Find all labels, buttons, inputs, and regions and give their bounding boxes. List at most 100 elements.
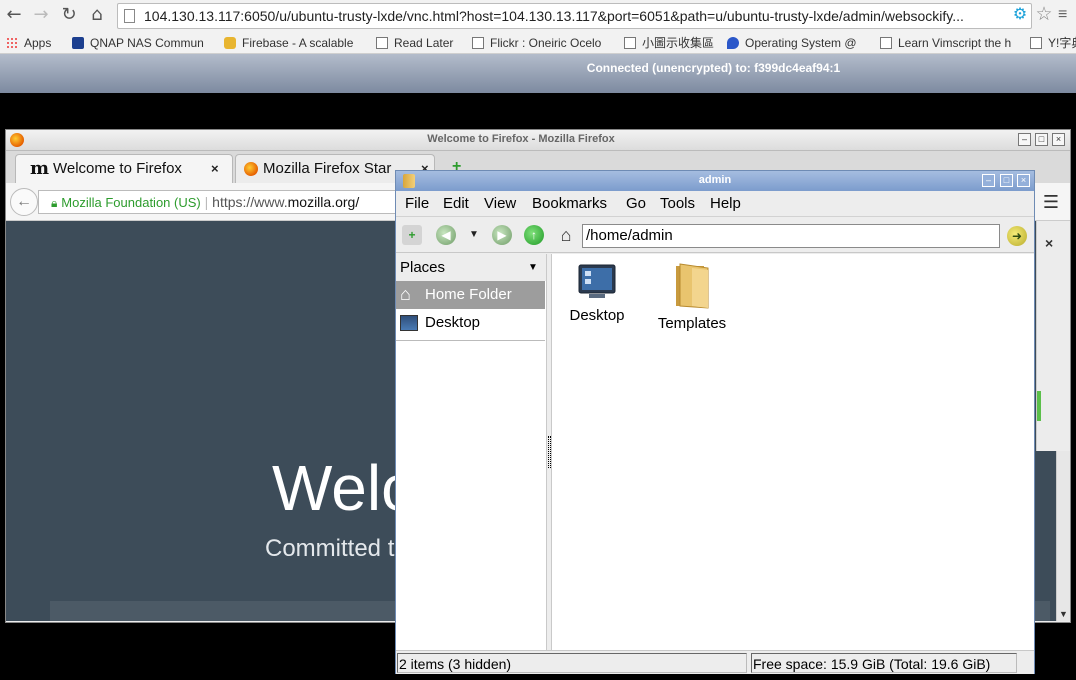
menu-file[interactable]: File: [405, 195, 429, 213]
minimize-icon[interactable]: –: [1018, 133, 1031, 146]
places-sidebar: Places ▼ ⌂ Home Folder Desktop: [396, 254, 547, 650]
vnc-status-bar: Connected (unencrypted) to: f399dc4eaf94…: [0, 54, 1076, 93]
bookmark-operating-system[interactable]: Operating System @: [727, 35, 863, 51]
home-icon: ⌂: [400, 284, 411, 304]
reload-icon[interactable]: ↻: [58, 4, 80, 26]
bookmark-icons[interactable]: 小圖示收集區: [624, 35, 714, 51]
back-icon[interactable]: ◀: [436, 225, 456, 245]
menu-edit[interactable]: Edit: [443, 195, 469, 213]
place-desktop[interactable]: Desktop: [396, 309, 545, 337]
menu-help[interactable]: Help: [710, 195, 741, 213]
file-item-templates[interactable]: Templates: [644, 262, 740, 332]
home-icon[interactable]: ⌂: [86, 4, 108, 26]
page-icon: [124, 9, 135, 23]
file-label: Templates: [657, 315, 727, 332]
firebase-icon: [224, 37, 236, 49]
tab-label: Welcome to Firefox: [53, 160, 182, 177]
forward-arrow-icon[interactable]: →: [30, 4, 52, 26]
menu-view[interactable]: View: [484, 195, 516, 213]
place-label: Desktop: [425, 314, 481, 331]
folder-icon: [676, 263, 709, 309]
url-prefix: https://www.: [212, 194, 288, 210]
close-icon[interactable]: ×: [1017, 174, 1030, 187]
path-input[interactable]: /home/admin: [582, 224, 1000, 248]
menu-go[interactable]: Go: [626, 195, 646, 213]
file-item-desktop[interactable]: Desktop: [549, 262, 645, 324]
go-arrow-icon[interactable]: ➜: [1007, 226, 1027, 246]
address-bar[interactable]: 104.130.13.117:6050/u/ubuntu-trusty-lxde…: [117, 3, 1032, 29]
close-icon[interactable]: ×: [1045, 235, 1053, 251]
up-arrow-icon[interactable]: ↑: [524, 225, 544, 245]
apps-grid-icon: [6, 37, 18, 49]
menu-tools[interactable]: Tools: [660, 195, 695, 213]
desktop-icon: [400, 315, 418, 331]
file-manager-statusbar: 2 items (3 hidden) Free space: 15.9 GiB …: [396, 650, 1034, 674]
place-label: Home Folder: [425, 286, 512, 303]
file-manager-window: admin – □ × File Edit View Bookmarks Go …: [395, 170, 1035, 674]
minimize-icon[interactable]: –: [982, 174, 995, 187]
file-label: Desktop: [569, 307, 625, 324]
back-arrow-icon[interactable]: ←: [10, 188, 38, 216]
place-home-folder[interactable]: ⌂ Home Folder: [396, 281, 545, 309]
mozilla-m-icon: m: [30, 158, 50, 179]
bookmark-learn-vimscript[interactable]: Learn Vimscript the h: [880, 35, 1016, 51]
firefox-scrollbar[interactable]: ▼: [1056, 451, 1070, 621]
tab-close-icon[interactable]: ×: [211, 155, 219, 183]
extension-icon[interactable]: ⚙: [1010, 5, 1030, 25]
vnc-status-text: Connected (unencrypted) to: f399dc4eaf94…: [586, 61, 841, 75]
file-manager-toolbar: + ◀ ▼ ▶ ↑ ⌂ /home/admin ➜: [396, 217, 1034, 253]
chat-bubble-icon: [727, 37, 739, 49]
maximize-icon[interactable]: □: [1000, 174, 1013, 187]
close-icon[interactable]: ×: [1052, 133, 1065, 146]
file-manager-titlebar[interactable]: admin – □ ×: [396, 171, 1034, 191]
forward-icon[interactable]: ▶: [492, 225, 512, 245]
firefox-side-panel: ×: [1036, 221, 1070, 451]
back-arrow-icon[interactable]: ←: [3, 4, 25, 26]
firefox-titlebar[interactable]: Welcome to Firefox - Mozilla Firefox – □…: [6, 130, 1070, 151]
bookmark-qnap[interactable]: QNAP NAS Commun: [72, 35, 208, 51]
bookmark-read-later[interactable]: Read Later: [376, 35, 466, 51]
scroll-down-icon[interactable]: ▼: [1059, 609, 1068, 619]
browser-toolbar: ← → ↻ ⌂ 104.130.13.117:6050/u/ubuntu-tru…: [0, 0, 1076, 32]
bookmark-dictionary[interactable]: Y!字典: [1030, 35, 1076, 51]
welcome-subheading: Committed t: [265, 535, 395, 562]
panel-accent: [1037, 391, 1041, 421]
qnap-icon: [72, 37, 84, 49]
sidebar-divider: [396, 340, 545, 341]
lock-icon: 🔒︎: [51, 196, 58, 210]
firefox-window-title: Welcome to Firefox - Mozilla Firefox: [427, 133, 615, 145]
home-icon[interactable]: ⌂: [556, 225, 576, 245]
maximize-icon[interactable]: □: [1035, 133, 1048, 146]
url-host: mozilla.org/: [287, 194, 360, 210]
page-icon: [1030, 37, 1042, 49]
site-identity: Mozilla Foundation (US): [61, 195, 201, 210]
file-manager-window-title: admin: [698, 174, 732, 186]
bookmark-firebase[interactable]: Firebase - A scalable: [224, 35, 360, 51]
bookmark-apps[interactable]: Apps: [6, 35, 66, 51]
page-icon: [880, 37, 892, 49]
status-item-count: 2 items (3 hidden): [397, 653, 747, 673]
status-free-space: Free space: 15.9 GiB (Total: 19.6 GiB): [751, 653, 1017, 673]
page-icon: [624, 37, 636, 49]
tab-label: Mozilla Firefox Star: [263, 160, 392, 177]
places-header-label: Places: [400, 259, 446, 276]
history-dropdown-icon[interactable]: ▼: [464, 225, 484, 245]
address-bar-url: 104.130.13.117:6050/u/ubuntu-trusty-lxde…: [144, 8, 964, 24]
bookmarks-bar: Apps QNAP NAS Commun Firebase - A scalab…: [0, 32, 1076, 54]
splitter-grip[interactable]: [548, 436, 551, 468]
new-tab-icon[interactable]: +: [402, 225, 422, 245]
firefox-logo-icon: [244, 162, 258, 176]
dropdown-arrow-icon[interactable]: ▼: [528, 254, 538, 281]
bookmark-flickr[interactable]: Flickr : Oneiric Ocelo: [472, 35, 608, 51]
file-view: Desktop Templates: [552, 254, 1034, 650]
page-icon: [376, 37, 388, 49]
file-manager-menubar: File Edit View Bookmarks Go Tools Help: [396, 191, 1034, 217]
hamburger-menu-icon[interactable]: ☰: [1040, 191, 1062, 213]
bookmark-star-icon[interactable]: ☆: [1034, 3, 1054, 27]
places-header[interactable]: Places ▼: [396, 254, 546, 281]
chrome-menu-icon[interactable]: ≡: [1058, 6, 1076, 26]
menu-bookmarks[interactable]: Bookmarks: [532, 195, 607, 213]
firefox-url-bar[interactable]: 🔒︎ Mozilla Foundation (US) | https://www…: [38, 190, 398, 214]
tab-welcome[interactable]: m Welcome to Firefox ×: [15, 154, 233, 183]
page-icon: [472, 37, 484, 49]
